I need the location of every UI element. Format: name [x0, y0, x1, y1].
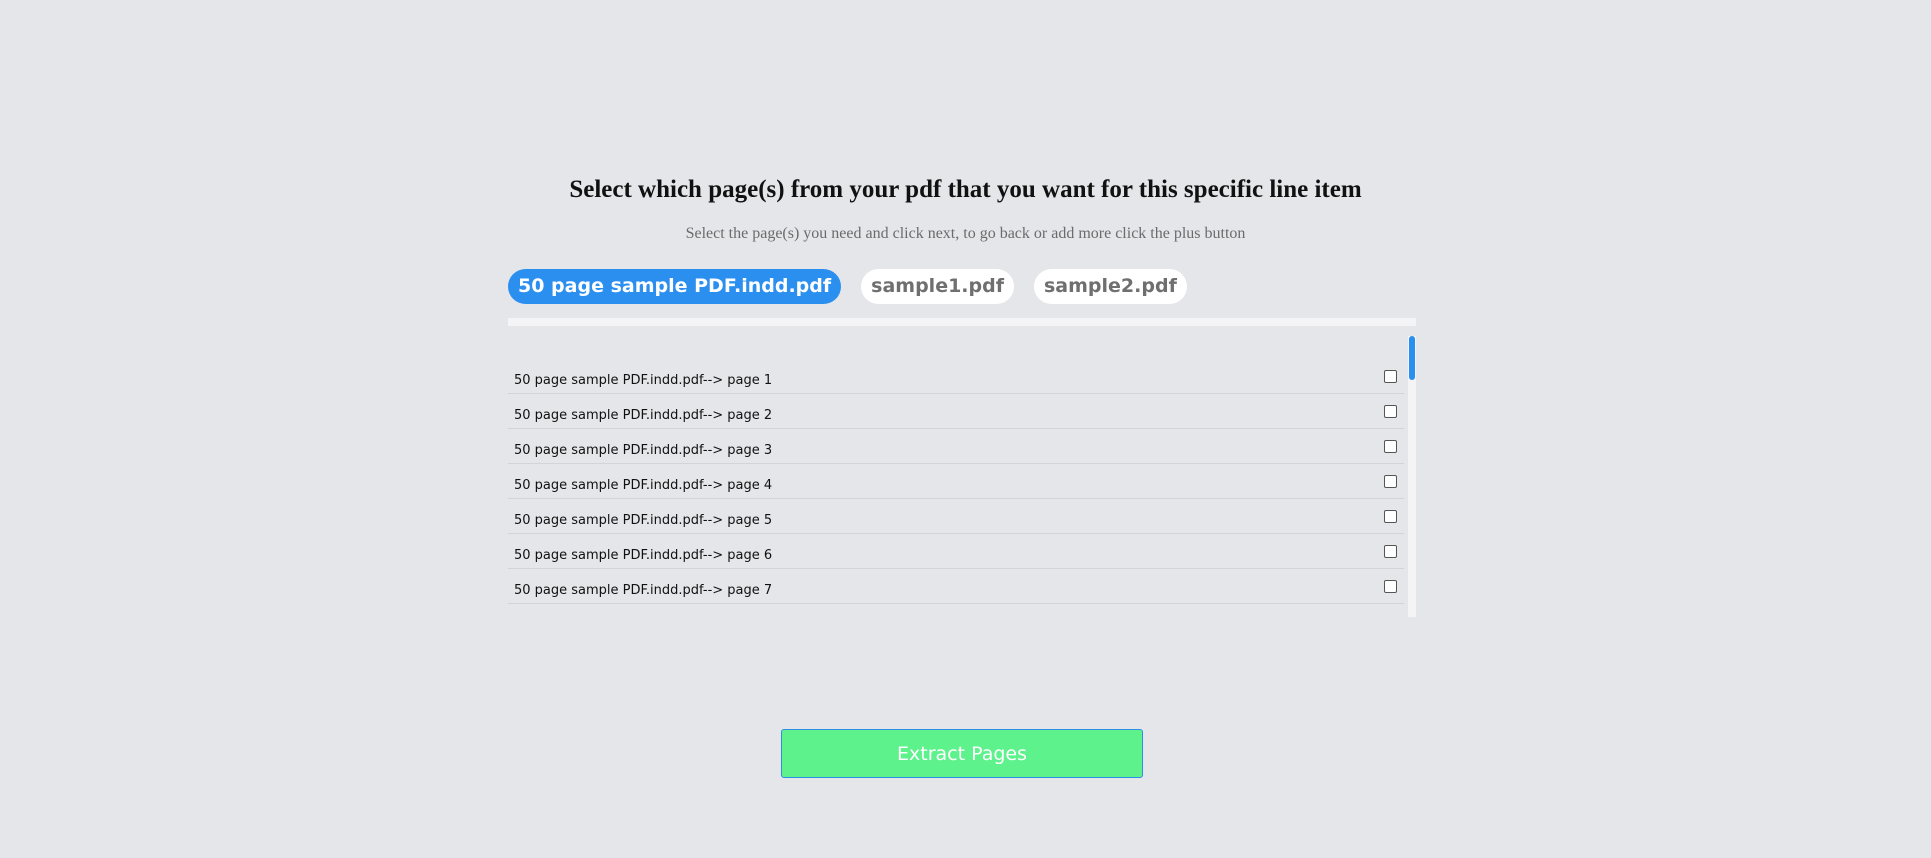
page-list[interactable]: 50 page sample PDF.indd.pdf--> page 1 50… — [508, 330, 1416, 617]
tab-file-1[interactable]: 50 page sample PDF.indd.pdf — [508, 269, 842, 304]
page-checkbox[interactable] — [1384, 510, 1397, 523]
list-item[interactable]: 50 page sample PDF.indd.pdf--> page 6 — [508, 534, 1404, 569]
page-subtitle: Select the page(s) you need and click ne… — [685, 225, 1246, 242]
tab-file-2[interactable]: sample1.pdf — [861, 269, 1014, 304]
list-item[interactable]: 50 page sample PDF.indd.pdf--> page 5 — [508, 499, 1404, 534]
list-item[interactable]: 50 page sample PDF.indd.pdf--> page 2 — [508, 394, 1404, 429]
page-label: 50 page sample PDF.indd.pdf--> page 4 — [514, 478, 773, 493]
list-item[interactable]: 50 page sample PDF.indd.pdf--> page 4 — [508, 464, 1404, 499]
page-checkbox[interactable] — [1384, 580, 1397, 593]
list-scrollbar[interactable] — [1408, 336, 1416, 617]
page-label: 50 page sample PDF.indd.pdf--> page 3 — [514, 443, 773, 458]
list-item[interactable]: 50 page sample PDF.indd.pdf--> page 1 — [508, 359, 1404, 394]
page-checkbox[interactable] — [1384, 545, 1397, 558]
scrollbar-thumb[interactable] — [1409, 336, 1415, 380]
page-label: 50 page sample PDF.indd.pdf--> page 1 — [514, 373, 773, 388]
tab-divider — [508, 318, 1416, 326]
page-checkbox[interactable] — [1384, 475, 1397, 488]
list-item[interactable]: 50 page sample PDF.indd.pdf--> page 7 — [508, 569, 1404, 604]
page-checkbox[interactable] — [1384, 405, 1397, 418]
page-label: 50 page sample PDF.indd.pdf--> page 7 — [514, 583, 773, 598]
page-checkbox[interactable] — [1384, 440, 1397, 453]
tab-file-3[interactable]: sample2.pdf — [1034, 269, 1187, 304]
page-label: 50 page sample PDF.indd.pdf--> page 6 — [514, 548, 773, 563]
list-item[interactable]: 50 page sample PDF.indd.pdf--> page 3 — [508, 429, 1404, 464]
file-tabs: 50 page sample PDF.indd.pdf sample1.pdf … — [508, 269, 1187, 304]
page-label: 50 page sample PDF.indd.pdf--> page 5 — [514, 513, 773, 528]
page-checkbox[interactable] — [1384, 370, 1397, 383]
extract-pages-button[interactable]: Extract Pages — [781, 729, 1143, 778]
page-label: 50 page sample PDF.indd.pdf--> page 2 — [514, 408, 773, 423]
page-title: Select which page(s) from your pdf that … — [569, 176, 1362, 203]
